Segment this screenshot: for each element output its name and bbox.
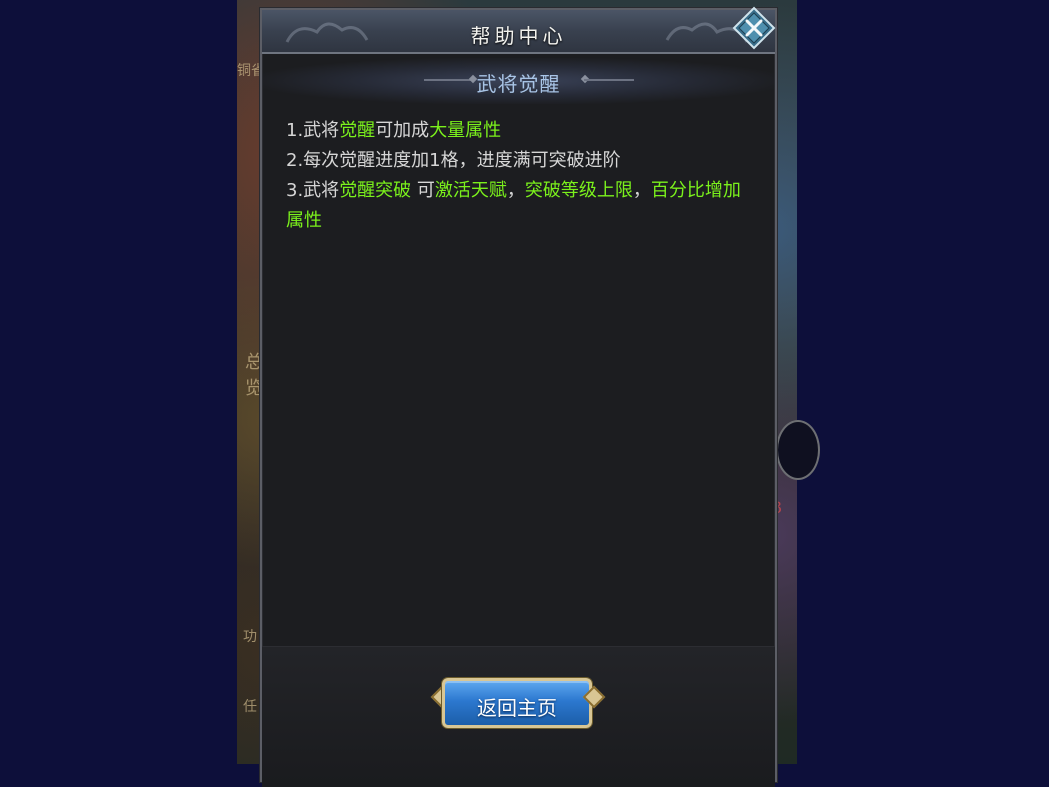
dialog-footer: 返回主页 — [262, 646, 775, 787]
plain-text: 3.武将 — [286, 180, 340, 201]
help-center-dialog: 帮助中心 武将觉醒 1.武将觉醒可加成大量属性 2.每次觉醒进度加1格，进度满可突… — [260, 8, 777, 787]
divider-right — [584, 79, 634, 81]
return-home-button[interactable]: 返回主页 — [442, 678, 592, 728]
plain-text: ， — [506, 180, 525, 201]
dialog-title: 帮助中心 — [470, 24, 567, 48]
section-header: 武将觉醒 — [262, 58, 775, 104]
help-text: 1.武将觉醒可加成大量属性 2.每次觉醒进度加1格，进度满可突破进阶 3.武将觉醒突… — [286, 116, 756, 236]
close-icon[interactable] — [732, 6, 776, 50]
highlight-text: 突破等级上限 — [524, 180, 633, 201]
return-home-label: 返回主页 — [477, 696, 557, 720]
plain-text: 可加成 — [375, 120, 430, 141]
section-title: 武将觉醒 — [476, 72, 561, 96]
highlight-text: 觉醒 — [339, 120, 376, 141]
help-line: 2.每次觉醒进度加1格，进度满可突破进阶 — [286, 146, 756, 176]
highlight-text: 激活天赋 — [434, 180, 507, 201]
bg-label-5: 任 — [243, 699, 257, 715]
help-line: 3.武将觉醒突破 可激活天赋，突破等级上限，百分比增加属性 — [286, 176, 756, 236]
side-event-button[interactable] — [776, 420, 820, 480]
plain-text: 1.武将 — [286, 120, 340, 141]
bg-label-4: 功 — [243, 629, 257, 645]
plain-text: 可 — [411, 180, 435, 201]
help-line: 1.武将觉醒可加成大量属性 — [286, 116, 756, 146]
plain-text: 2.每次觉醒进度加1格，进度满可突破进阶 — [286, 150, 621, 171]
plain-text: ， — [632, 180, 651, 201]
highlight-text: 大量属性 — [429, 120, 502, 141]
highlight-text: 觉醒突破 — [339, 180, 412, 201]
dialog-header: 帮助中心 — [262, 10, 775, 54]
